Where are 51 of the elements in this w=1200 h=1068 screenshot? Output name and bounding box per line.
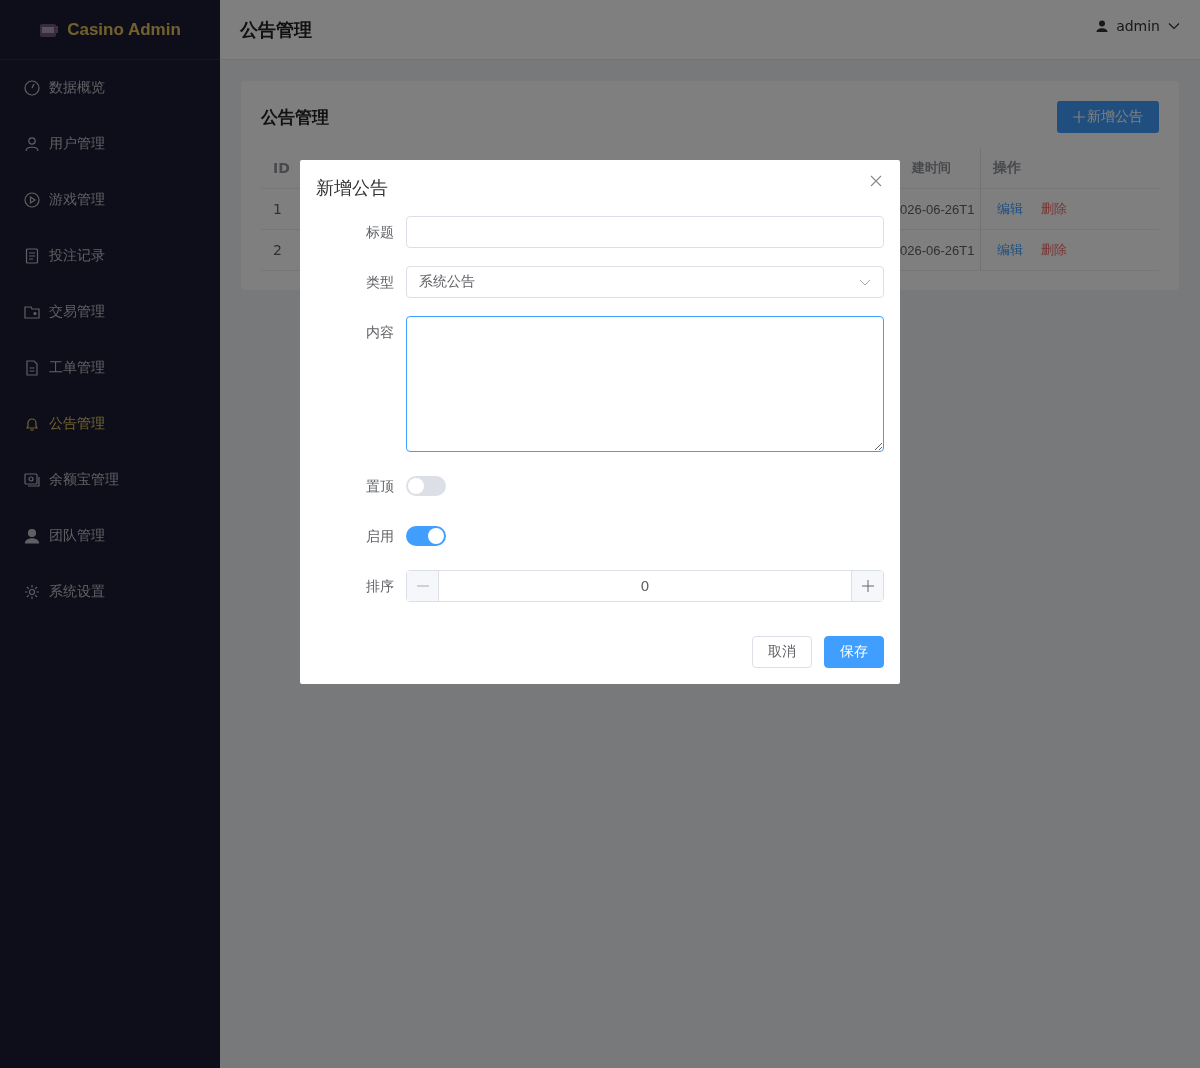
field-label: 排序 <box>365 577 394 596</box>
toggle-switch[interactable] <box>406 526 446 546</box>
field-label: 置顶 <box>365 477 394 496</box>
toggle-switch[interactable] <box>406 476 446 496</box>
table-cell: 026-06-26T1 <box>900 242 975 258</box>
picture-frame-icon <box>24 472 40 488</box>
bell-icon <box>24 416 40 432</box>
sidebar-item[interactable]: 游戏管理 <box>0 172 220 228</box>
sidebar-item[interactable]: 工单管理 <box>0 340 220 396</box>
sidebar-item[interactable]: 数据概览 <box>0 60 220 116</box>
chevron-down-icon <box>859 278 871 286</box>
close-icon[interactable] <box>870 175 882 187</box>
user-icon <box>24 136 40 152</box>
user-menu[interactable]: admin <box>1116 17 1160 34</box>
document-icon <box>24 248 40 264</box>
sidebar-item[interactable]: 系统设置 <box>0 564 220 620</box>
table-cell: 026-06-26T1 <box>900 201 975 217</box>
user-icon <box>1096 19 1109 32</box>
user-icon <box>24 528 40 544</box>
dialog-title: 新增公告 <box>316 176 388 200</box>
file-icon <box>24 360 40 376</box>
dashboard-icon <box>24 80 40 96</box>
field-label: 启用 <box>365 527 394 546</box>
table-cell-text: 1 <box>272 201 283 217</box>
text-area[interactable] <box>406 316 884 452</box>
field-label: 标题 <box>365 223 394 242</box>
delete-link[interactable]: 删除 <box>1041 200 1067 218</box>
sidebar-item[interactable]: 公告管理 <box>0 396 220 452</box>
play-icon <box>24 192 40 208</box>
delete-link[interactable]: 删除 <box>1041 241 1067 259</box>
card-title: 公告管理 <box>261 105 329 129</box>
add-button[interactable]: 新增公告 <box>1057 101 1159 133</box>
brand-title: Casino Admin <box>67 19 181 40</box>
plus-icon <box>1073 111 1085 123</box>
table-cell-text: 2 <box>272 242 283 258</box>
page-title: 公告管理 <box>240 17 312 42</box>
input-field[interactable] <box>406 216 884 248</box>
edit-link[interactable]: 编辑 <box>997 241 1023 259</box>
settings-icon <box>24 584 40 600</box>
sidebar-item[interactable]: 交易管理 <box>0 284 220 340</box>
field-label: 类型 <box>365 273 394 292</box>
sidebar-item[interactable]: 用户管理 <box>0 116 220 172</box>
edit-link[interactable]: 编辑 <box>997 200 1023 218</box>
save-button[interactable]: 保存 <box>824 636 884 668</box>
sidebar-item[interactable]: 余额宝管理 <box>0 452 220 508</box>
chevron-down-icon <box>1168 21 1180 30</box>
field-label: 内容 <box>365 323 394 342</box>
select-field[interactable]: 系统公告 <box>406 266 884 298</box>
cancel-button[interactable]: 取消 <box>752 636 812 668</box>
sidebar-item[interactable]: 投注记录 <box>0 228 220 284</box>
sidebar-item[interactable]: 团队管理 <box>0 508 220 564</box>
